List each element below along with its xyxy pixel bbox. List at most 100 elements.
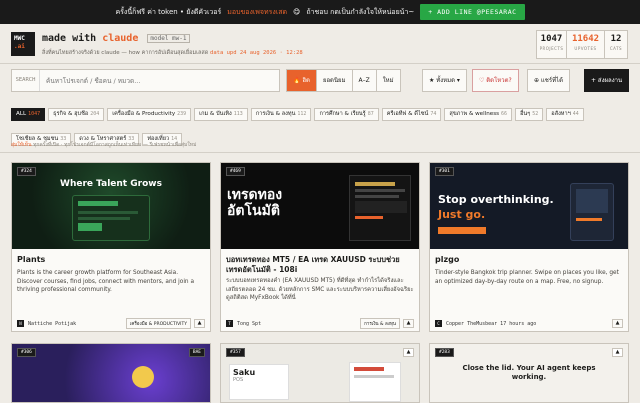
upvote-button[interactable]: ▲ [403, 348, 414, 357]
shot-phone [349, 175, 411, 241]
filter-dropdown[interactable]: ★ ทั้งหมด ▾ [422, 69, 467, 92]
card-screenshot: Stop overthinking. Just go. #301 [430, 163, 628, 249]
category-count: 74 [430, 111, 437, 117]
promo-text: ครั้งนี้ก็ฟรี ค่า token • ยังดีคัวเวอร์ [115, 7, 222, 16]
model-badge: model mw-1 [147, 33, 190, 43]
share-button[interactable]: ⊕ แชร์ที่ได้ [527, 69, 570, 92]
avatar: N [17, 320, 24, 327]
category-count: 239 [177, 111, 187, 117]
shot-headline: Close the lid. Your AI agent keeps worki… [462, 364, 596, 381]
category-label: ครีเอทีฟ & ดีไซน์ [386, 111, 429, 117]
project-card[interactable]: Close the lid. Your AI agent keeps worki… [429, 343, 629, 403]
category-chip[interactable]: ครีเอทีฟ & ดีไซน์ 74 [381, 108, 442, 121]
shot-headline-accent: Just go. [438, 208, 486, 221]
category-label: เครื่องมือ & Productivity [112, 111, 176, 117]
card-id-badge: #306 [17, 348, 36, 357]
project-card[interactable]: Where Talent Grows #324 Plants Plants is… [11, 162, 211, 332]
stat-label: PROJECTS [539, 46, 564, 51]
category-count: 52 [532, 111, 539, 117]
category-chip[interactable]: สุขภาพ & wellness 66 [444, 108, 513, 121]
card-author[interactable]: Nattiche Potijak [28, 321, 126, 327]
upvote-button[interactable]: ▲ [403, 319, 414, 328]
card-badge-secondary: BAE [188, 348, 205, 357]
card-category-tag[interactable]: เครื่องมือ & PRODUCTIVITY [125, 318, 191, 329]
brand-title: made with claude model mw-1 [42, 33, 190, 44]
card-screenshot [12, 344, 210, 402]
updated-stamp: data upd 24 aug 2026 · 12:28 [210, 50, 303, 56]
voted-button[interactable]: ♡ ติดโหวต? [472, 69, 519, 92]
shot-title: Saku [233, 368, 256, 377]
card-description: Plants is the career growth platform for… [17, 270, 194, 293]
category-label: ธุรกิจ & ฮุบชีอ [53, 111, 89, 117]
card-title[interactable]: บอทเทรดทอง MT5 / EA เทรด XAUUSD ระบบช่วย… [226, 255, 414, 274]
project-card[interactable]: เทรดทอง อัตโนมัติ #469 บอทเทรดทอง MT5 / … [220, 162, 420, 332]
logo-bottom: .ai [14, 43, 25, 50]
category-chip[interactable]: การศึกษา & เรียนรู้ 87 [314, 108, 379, 121]
card-id-badge: #469 [226, 167, 245, 176]
category-chip[interactable]: ALL 1047 [11, 108, 46, 121]
logo-top: MWC [14, 35, 25, 42]
add-line-button[interactable]: + ADD LINE @PEESARAC [420, 4, 525, 20]
shot-subtitle: POS [233, 377, 244, 383]
category-chip[interactable]: อสังหาฯ 44 [546, 108, 584, 121]
shot-headline: Where Talent Grows [60, 179, 162, 189]
stat-label: CATS [609, 46, 623, 51]
upvote-button[interactable]: ▲ [612, 319, 623, 328]
sort-new[interactable]: ใหม่ [376, 70, 400, 91]
upvote-button[interactable]: ▲ [612, 348, 623, 357]
category-count: 44 [572, 111, 579, 117]
card-title[interactable]: Plants [17, 255, 205, 265]
stat-projects: 1047 PROJECTS [537, 31, 567, 58]
category-chip[interactable]: อื่นๆ 52 [515, 108, 544, 121]
divider [0, 152, 640, 153]
avatar: C [435, 320, 442, 327]
category-count: 87 [367, 111, 374, 117]
card-screenshot: เทรดทอง อัตโนมัติ #469 [221, 163, 419, 249]
site-header: MWC .ai made with claude model mw-1 สิ่ง… [0, 24, 640, 64]
shot-phone [570, 183, 614, 241]
stat-value: 11642 [571, 34, 600, 44]
shuffle-note-text: ทุกครั้งที่เปิด · ทุกโปรเจกต์มีโอกาสถูกเ… [33, 142, 197, 148]
card-category-tag[interactable]: การเงิน & ลงทุน [360, 318, 400, 329]
upvote-button[interactable]: ▲ [194, 319, 205, 328]
tagline-text: สิ่งที่คนไทยสร้างจริงด้วย claude — how ค… [42, 50, 209, 56]
card-author[interactable]: Copper TheMusbear 17 hours ago [446, 321, 612, 327]
stat-value: 12 [610, 34, 622, 44]
search-box: SEARCH [11, 69, 280, 92]
sort-hot[interactable]: 🔥 ฮิต [287, 70, 317, 91]
category-chip[interactable]: เครื่องมือ & Productivity 239 [107, 108, 192, 121]
category-label: การศึกษา & เรียนรู้ [319, 111, 366, 117]
project-card[interactable]: #306 BAE [11, 343, 211, 403]
category-chip[interactable]: เกม & บันเทิง 113 [194, 108, 248, 121]
project-card[interactable]: Stop overthinking. Just go. #301 plzgo T… [429, 162, 629, 332]
category-label: ALL [16, 111, 27, 117]
site-logo[interactable]: MWC .ai [11, 32, 35, 56]
toolbar: SEARCH 🔥 ฮิต ยอดนิยม A–Z ใหม่ ★ ทั้งหมด … [0, 64, 640, 96]
search-input[interactable] [40, 76, 275, 85]
category-label: เกม & บันเทิง [199, 111, 232, 117]
sort-popular[interactable]: ยอดนิยม [316, 70, 353, 91]
category-chip[interactable]: การเงิน & ลงทุน 112 [250, 108, 312, 121]
project-card[interactable]: Saku POS #357 ▲ [220, 343, 420, 403]
category-label: การเงิน & ลงทุน [255, 111, 296, 117]
stats-panel: 1047 PROJECTS 11642 UPVOTES 12 CATS [536, 30, 628, 59]
shot-receipt [349, 362, 401, 402]
category-chip[interactable]: ธุรกิจ & ฮุบชีอ 204 [48, 108, 105, 121]
submit-project-button[interactable]: + ส่งผลงาน [584, 69, 630, 92]
category-label: สุขภาพ & wellness [449, 111, 500, 117]
category-count: 66 [501, 111, 508, 117]
sort-az[interactable]: A–Z [352, 70, 377, 91]
shot-headline: เทรดทอง อัตโนมัติ [227, 187, 283, 219]
card-id-badge: #357 [226, 348, 245, 357]
card-screenshot: Where Talent Grows #324 [12, 163, 210, 249]
card-footer: C Copper TheMusbear 17 hours ago ▲ [435, 318, 623, 329]
tagline: สิ่งที่คนไทยสร้างจริงด้วย claude — how ค… [42, 49, 303, 57]
stat-value: 1047 [540, 34, 563, 44]
category-label: อสังหาฯ [551, 111, 571, 117]
promo-text-after: ถ้าชอบ กดเป็นกำลังใจให้หน่อยน้า~ [306, 7, 415, 16]
category-count: 204 [90, 111, 100, 117]
sort-group: 🔥 ฮิต ยอดนิยม A–Z ใหม่ [286, 69, 401, 92]
brand-prefix: made with [42, 33, 97, 44]
card-title[interactable]: plzgo [435, 255, 623, 265]
card-author[interactable]: Tong Spt [237, 321, 360, 327]
